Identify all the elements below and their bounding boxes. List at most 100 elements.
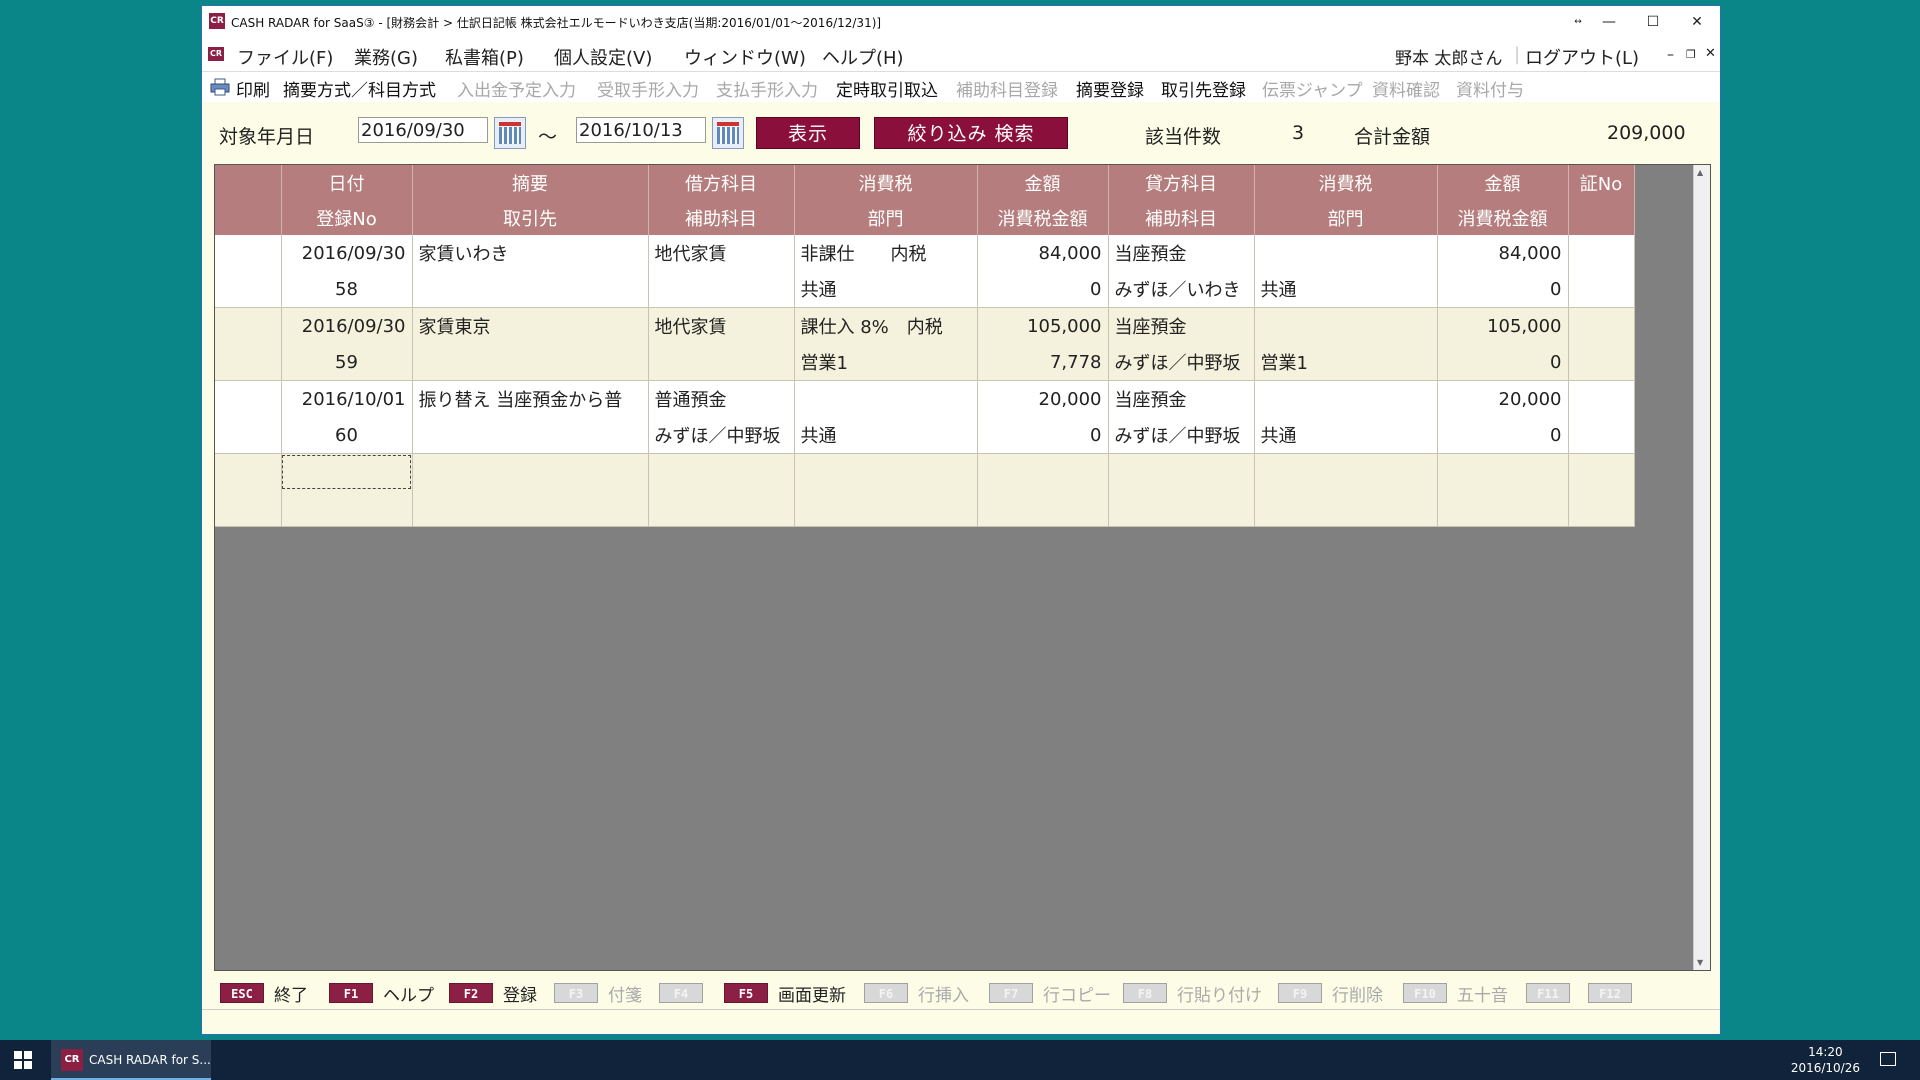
menu-window[interactable]: ウィンドウ(W) (684, 44, 806, 70)
fkey-f10[interactable]: F10 五十音 (1403, 982, 1508, 1006)
header-summary[interactable]: 摘要 (412, 165, 649, 200)
row-marker[interactable] (215, 417, 282, 454)
new-debit-amount-cell[interactable] (977, 453, 1109, 490)
new-date-cell[interactable] (281, 453, 413, 490)
cell-credit-sub-account[interactable]: みずほ／いわき (1108, 271, 1255, 308)
row-marker[interactable] (215, 490, 282, 527)
header-client[interactable]: 取引先 (412, 200, 649, 235)
cell-client[interactable] (412, 417, 649, 454)
cell-debit-tax-amount[interactable]: 0 (977, 271, 1109, 308)
date-from-input[interactable] (358, 117, 488, 143)
cell-summary[interactable]: 振り替え 当座預金から普 (412, 380, 649, 417)
fkey-f7[interactable]: F7 行コピー (989, 982, 1111, 1006)
header-debit-account[interactable]: 借方科目 (648, 165, 795, 200)
menu-help[interactable]: ヘルプ(H) (822, 44, 904, 70)
calendar-from-icon[interactable] (494, 117, 526, 149)
fkey-f2[interactable]: F2 登録 (449, 982, 537, 1006)
new-client-cell[interactable] (412, 490, 649, 527)
menu-mailbox[interactable]: 私書箱(P) (445, 44, 524, 70)
header-credit-tax[interactable]: 消費税 (1254, 165, 1438, 200)
printer-icon[interactable] (210, 78, 230, 96)
cell-date[interactable]: 2016/09/30 (281, 307, 413, 344)
fkey-f5-key[interactable]: F5 (724, 983, 768, 1003)
header-credit-account[interactable]: 貸方科目 (1108, 165, 1255, 200)
header-voucher-no[interactable]: 証No (1568, 165, 1635, 200)
cell-client[interactable] (412, 344, 649, 381)
cell-debit-sub-account[interactable]: みずほ／中野坂 (648, 417, 795, 454)
new-debit-tax-amount-cell[interactable] (977, 490, 1109, 527)
cell-debit-amount[interactable]: 105,000 (977, 307, 1109, 344)
fkey-f9-key[interactable]: F9 (1278, 983, 1322, 1003)
cell-debit-sub-account[interactable] (648, 271, 795, 308)
cell-credit-department[interactable]: 共通 (1254, 271, 1438, 308)
toolbar-summary-mode[interactable]: 摘要方式／科目方式 (283, 76, 436, 101)
cell-debit-department[interactable]: 共通 (794, 271, 978, 308)
toolbar-material-check[interactable]: 資料確認 (1372, 76, 1440, 101)
fkey-f10-key[interactable]: F10 (1403, 983, 1447, 1003)
cell-registration-no[interactable]: 59 (281, 344, 413, 381)
taskbar-app-button[interactable]: CR CASH RADAR for S... (51, 1040, 211, 1080)
cell-credit-tax[interactable] (1254, 307, 1438, 344)
toolbar-notes-receivable[interactable]: 受取手形入力 (597, 76, 699, 101)
cell-debit-tax[interactable]: 非課仕 内税 (794, 235, 978, 271)
table-row[interactable]: 59 営業1 7,778 みずほ／中野坂 営業1 0 (215, 344, 1635, 381)
toolbar-sub-account[interactable]: 補助科目登録 (956, 76, 1058, 101)
cell-summary[interactable]: 家賃東京 (412, 307, 649, 344)
fkey-f1-key[interactable]: F1 (329, 983, 373, 1003)
toolbar-cash-schedule[interactable]: 入出金予定入力 (457, 76, 576, 101)
cell-credit-account[interactable]: 当座預金 (1108, 235, 1255, 271)
new-debit-dept-cell[interactable] (794, 490, 978, 527)
cell-debit-tax-amount[interactable]: 0 (977, 417, 1109, 454)
cell-credit-account[interactable]: 当座預金 (1108, 307, 1255, 344)
header-credit-sub-account[interactable]: 補助科目 (1108, 200, 1255, 235)
cell-credit-amount[interactable]: 20,000 (1437, 380, 1569, 417)
row-marker[interactable] (215, 453, 282, 490)
fkey-f11[interactable]: F11 (1526, 982, 1580, 1004)
cell-client[interactable] (412, 271, 649, 308)
new-registration-cell[interactable] (281, 490, 413, 527)
cell-voucher-no[interactable] (1568, 307, 1635, 344)
header-date[interactable]: 日付 (281, 165, 413, 200)
new-voucher-cell[interactable] (1568, 453, 1635, 490)
cell-registration-no[interactable]: 60 (281, 417, 413, 454)
date-to-input[interactable] (576, 117, 706, 143)
row-marker[interactable] (215, 271, 282, 308)
fkey-f11-key[interactable]: F11 (1526, 983, 1570, 1003)
new-voucher-cell[interactable] (1568, 490, 1635, 527)
new-debit-tax-cell[interactable] (794, 453, 978, 490)
scroll-down-icon[interactable]: ▼ (1697, 958, 1703, 967)
fkey-f9[interactable]: F9 行削除 (1278, 982, 1383, 1006)
row-marker[interactable] (215, 344, 282, 381)
toolbar-recurring-import[interactable]: 定時取引取込 (836, 76, 938, 101)
new-credit-dept-cell[interactable] (1254, 490, 1438, 527)
calendar-to-icon[interactable] (712, 117, 744, 149)
scroll-up-icon[interactable]: ▲ (1697, 168, 1703, 177)
cell-debit-department[interactable]: 営業1 (794, 344, 978, 381)
notification-icon[interactable] (1880, 1052, 1896, 1066)
header-debit-sub-account[interactable]: 補助科目 (648, 200, 795, 235)
cell-debit-account[interactable]: 普通預金 (648, 380, 795, 417)
fkey-f8[interactable]: F8 行貼り付け (1123, 982, 1262, 1006)
header-debit-tax[interactable]: 消費税 (794, 165, 978, 200)
new-credit-sub-cell[interactable] (1108, 490, 1255, 527)
new-entry-row[interactable] (215, 490, 1635, 527)
new-credit-tax-amount-cell[interactable] (1437, 490, 1569, 527)
new-credit-tax-cell[interactable] (1254, 453, 1438, 490)
cell-debit-tax[interactable] (794, 380, 978, 417)
cell-credit-tax-amount[interactable]: 0 (1437, 271, 1569, 308)
fkey-f4-key[interactable]: F4 (659, 983, 703, 1003)
fkey-f1[interactable]: F1 ヘルプ (329, 982, 434, 1006)
vertical-scrollbar[interactable]: ▲ ▼ (1693, 165, 1710, 970)
windows-start-icon[interactable] (14, 1051, 32, 1069)
restore-arrows-icon[interactable]: ↔ (1556, 8, 1600, 36)
mdi-minimize-icon[interactable]: – (1667, 47, 1674, 63)
cell-credit-amount[interactable]: 105,000 (1437, 307, 1569, 344)
fkey-f2-key[interactable]: F2 (449, 983, 493, 1003)
system-clock[interactable]: 14:20 2016/10/26 (1791, 1044, 1860, 1076)
fkey-f12-key[interactable]: F12 (1588, 983, 1632, 1003)
cell-credit-account[interactable]: 当座預金 (1108, 380, 1255, 417)
print-button[interactable]: 印刷 (236, 76, 270, 101)
maximize-icon[interactable]: ☐ (1631, 8, 1675, 36)
cell-debit-tax-amount[interactable]: 7,778 (977, 344, 1109, 381)
cell-credit-tax-amount[interactable]: 0 (1437, 417, 1569, 454)
